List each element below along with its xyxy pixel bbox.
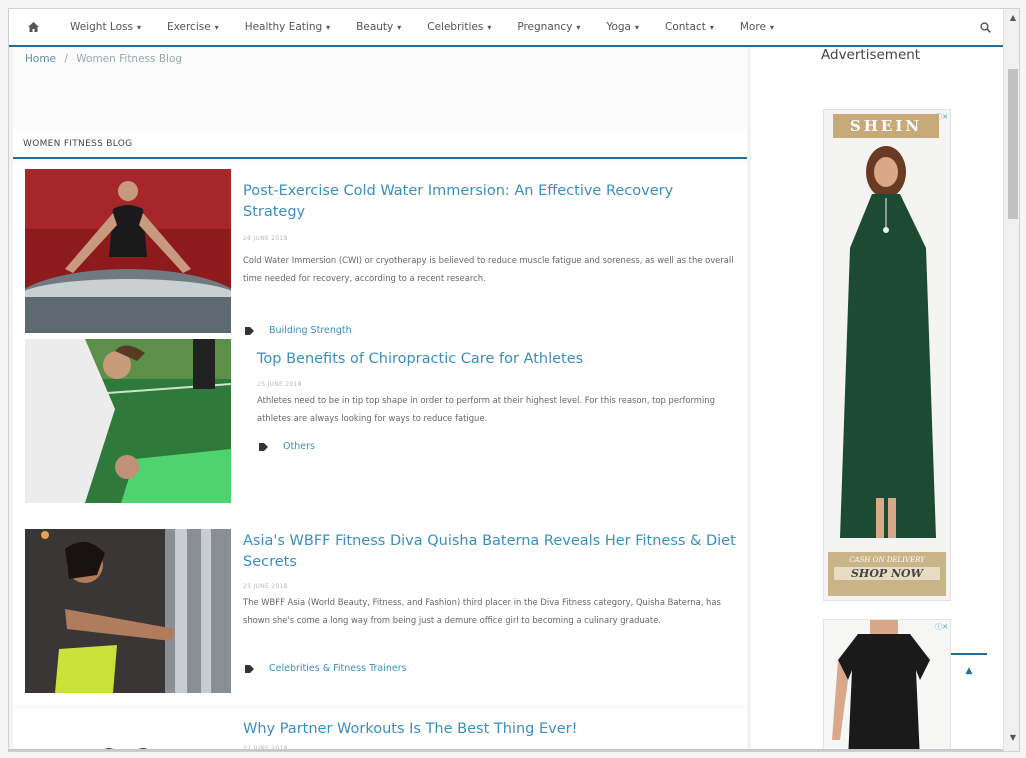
nav-label: Healthy Eating bbox=[244, 21, 323, 33]
scroll-down-icon[interactable]: ▼ bbox=[1004, 733, 1019, 742]
post-card: Post-Exercise Cold Water Immersion: An E… bbox=[13, 163, 747, 339]
model-green-dress-image bbox=[840, 146, 936, 538]
nav-label: Beauty bbox=[356, 21, 394, 33]
chevron-down-icon: ▾ bbox=[487, 22, 492, 32]
main-content: Home / Women Fitness Blog WOMEN FITNESS … bbox=[13, 47, 747, 751]
shein-ad[interactable]: ⓘ✕ SHEIN CASH ON DELIVERY SHOP NOW bbox=[823, 109, 951, 601]
nav-label: Weight Loss bbox=[70, 21, 133, 33]
cod-text: CASH ON DELIVERY bbox=[849, 556, 925, 564]
post-title[interactable]: Post-Exercise Cold Water Immersion: An E… bbox=[243, 181, 737, 223]
sidebar: Advertisement ⓘ✕ SHEIN CASH ON DELIVERY … bbox=[751, 47, 1003, 751]
nav-contact[interactable]: Contact ▾ bbox=[652, 9, 727, 45]
post-title[interactable]: Why Partner Workouts Is The Best Thing E… bbox=[243, 719, 737, 740]
scrollbar-thumb[interactable] bbox=[1008, 69, 1018, 219]
post-thumbnail[interactable] bbox=[25, 529, 231, 693]
chiropractic-care-image bbox=[25, 339, 231, 503]
back-to-top-button[interactable]: ▲ bbox=[951, 653, 987, 687]
fitness-diva-image bbox=[25, 529, 231, 693]
post-date: 25 JUNE 2018 bbox=[257, 381, 302, 388]
nav-weight-loss[interactable]: Weight Loss ▾ bbox=[57, 9, 154, 45]
post-card: Asia's WBFF Fitness Diva Quisha Baterna … bbox=[13, 529, 747, 705]
ad-choices-icon[interactable]: ⓘ✕ bbox=[935, 622, 948, 632]
breadcrumb-home[interactable]: Home bbox=[25, 53, 56, 65]
nav-yoga[interactable]: Yoga ▾ bbox=[593, 9, 652, 45]
shop-now-button[interactable]: SHOP NOW bbox=[834, 567, 940, 580]
chevron-down-icon: ▾ bbox=[397, 22, 402, 32]
post-date: 25 JUNE 2018 bbox=[243, 583, 288, 590]
search-button[interactable] bbox=[967, 9, 1003, 45]
nav-label: Exercise bbox=[166, 21, 211, 33]
post-title[interactable]: Asia's WBFF Fitness Diva Quisha Baterna … bbox=[243, 531, 737, 573]
nav-home[interactable] bbox=[9, 9, 57, 45]
nav-healthy-eating[interactable]: Healthy Eating ▾ bbox=[232, 9, 343, 45]
post-excerpt: Cold Water Immersion (CWI) or cryotherap… bbox=[243, 255, 734, 283]
post-card: Why Partner Workouts Is The Best Thing E… bbox=[13, 709, 747, 751]
post-excerpt: Athletes need to be in tip top shape in … bbox=[257, 395, 715, 423]
nav-label: Contact bbox=[665, 21, 706, 33]
chevron-down-icon: ▾ bbox=[576, 22, 581, 32]
nav-label: More bbox=[739, 21, 766, 33]
nav-beauty[interactable]: Beauty ▾ bbox=[343, 9, 414, 45]
cash-on-delivery-banner[interactable]: CASH ON DELIVERY SHOP NOW bbox=[828, 552, 946, 596]
breadcrumb-separator: / bbox=[64, 53, 68, 65]
cold-water-immersion-image bbox=[25, 169, 231, 333]
vertical-scrollbar[interactable]: ▲ ▼ bbox=[1003, 9, 1019, 751]
search-icon bbox=[979, 21, 991, 33]
chevron-up-icon: ▲ bbox=[965, 666, 973, 676]
nav-label: Pregnancy bbox=[517, 21, 573, 33]
tags-icon bbox=[259, 442, 268, 451]
chevron-down-icon: ▾ bbox=[214, 22, 219, 32]
nav-exercise[interactable]: Exercise ▾ bbox=[154, 9, 232, 45]
post-tag: Celebrities & Fitness Trainers bbox=[245, 663, 407, 674]
post-tag: Building Strength bbox=[245, 325, 352, 336]
scroll-up-icon[interactable]: ▲ bbox=[1004, 13, 1019, 22]
nav-label: Celebrities bbox=[427, 21, 484, 33]
post-card: Top Benefits of Chiropractic Care for At… bbox=[13, 339, 747, 529]
post-thumbnail[interactable] bbox=[25, 169, 231, 333]
horizontal-scrollbar[interactable] bbox=[9, 749, 1003, 751]
section-header: WOMEN FITNESS BLOG bbox=[13, 129, 747, 159]
breadcrumb-current: Women Fitness Blog bbox=[76, 53, 183, 65]
post-date: 28 JUNE 2018 bbox=[243, 235, 288, 242]
chevron-down-icon: ▾ bbox=[709, 22, 714, 32]
tag-link[interactable]: Building Strength bbox=[269, 325, 352, 336]
post-thumbnail[interactable] bbox=[25, 717, 231, 751]
model-black-dress-image bbox=[824, 620, 950, 751]
chevron-down-icon: ▾ bbox=[136, 22, 141, 32]
home-icon bbox=[27, 22, 39, 32]
shein-ad-second[interactable]: ⓘ✕ bbox=[823, 619, 951, 751]
tags-icon bbox=[245, 664, 254, 673]
nav-celebrities[interactable]: Celebrities ▾ bbox=[414, 9, 504, 45]
tag-link[interactable]: Others bbox=[283, 441, 315, 452]
nav-label: Yoga bbox=[606, 21, 631, 33]
section-title: WOMEN FITNESS BLOG bbox=[23, 139, 133, 149]
partner-workout-image bbox=[25, 717, 231, 751]
top-navigation: Weight Loss ▾ Exercise ▾ Healthy Eating ▾ B… bbox=[9, 9, 1003, 47]
chevron-down-icon: ▾ bbox=[634, 22, 639, 32]
advertisement-heading: Advertisement bbox=[821, 47, 921, 63]
nav-more[interactable]: More ▾ bbox=[727, 9, 787, 45]
nav-pregnancy[interactable]: Pregnancy ▾ bbox=[504, 9, 593, 45]
browser-viewport: Weight Loss ▾ Exercise ▾ Healthy Eating ▾ B… bbox=[8, 8, 1020, 752]
post-title[interactable]: Top Benefits of Chiropractic Care for At… bbox=[257, 349, 737, 370]
breadcrumb: Home / Women Fitness Blog bbox=[25, 53, 182, 65]
chevron-down-icon: ▾ bbox=[769, 22, 774, 32]
chevron-down-icon: ▾ bbox=[326, 22, 331, 32]
tags-icon bbox=[245, 326, 254, 335]
post-thumbnail[interactable] bbox=[25, 339, 231, 503]
post-excerpt: The WBFF Asia (World Beauty, Fitness, an… bbox=[243, 597, 721, 625]
tag-link[interactable]: Celebrities & Fitness Trainers bbox=[269, 663, 407, 674]
shein-logo: SHEIN bbox=[833, 114, 939, 138]
post-tag: Others bbox=[259, 441, 315, 452]
